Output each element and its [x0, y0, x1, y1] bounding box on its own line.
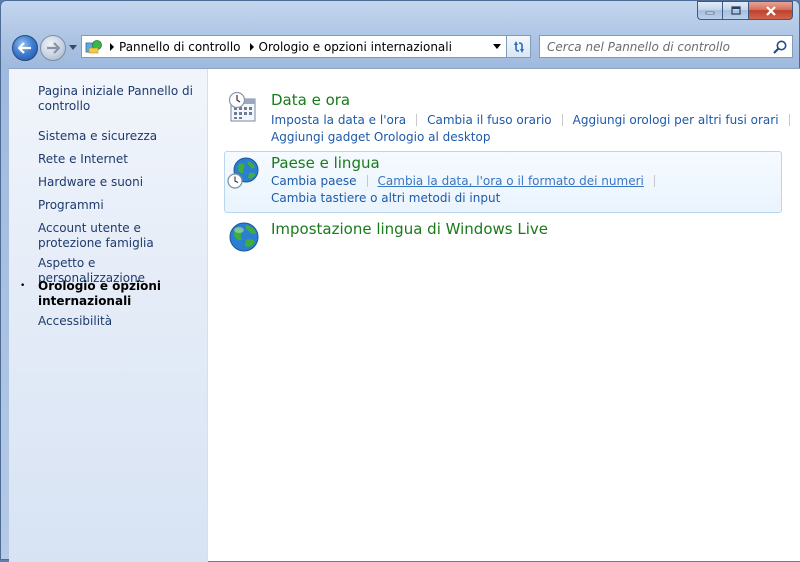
back-button[interactable]	[12, 35, 38, 61]
forward-button[interactable]	[40, 35, 66, 61]
sidebar-item-clock-region: Orologio e opzioni internazionali	[38, 279, 161, 308]
breadcrumb-separator-icon[interactable]	[245, 42, 259, 51]
task-change-formats[interactable]: Cambia la data, l'ora o il formato dei n…	[378, 174, 644, 188]
breadcrumb-control-panel[interactable]: Pannello di controllo	[119, 40, 245, 54]
category-title-region-language[interactable]: Paese e lingua	[271, 154, 380, 172]
task-change-country[interactable]: Cambia paese	[271, 174, 357, 188]
arrow-right-icon	[47, 42, 60, 54]
main-panel: Data e ora Imposta la data e l'ora Cambi…	[209, 69, 800, 562]
task-divider	[653, 175, 655, 187]
task-divider	[788, 114, 790, 126]
sidebar-item-home[interactable]: Pagina iniziale Pannello di controllo	[38, 84, 198, 114]
sidebar: Pagina iniziale Pannello di controllo Si…	[9, 69, 208, 562]
task-add-clocks[interactable]: Aggiungi orologi per altri fusi orari	[573, 113, 779, 127]
search-icon[interactable]	[772, 39, 788, 55]
content-area: Pagina iniziale Pannello di controllo Si…	[9, 68, 800, 562]
sidebar-item-programs[interactable]: Programmi	[38, 198, 198, 213]
address-dropdown-button[interactable]	[488, 36, 506, 57]
chevron-down-icon	[493, 44, 501, 49]
task-row: Cambia tastiere o altri metodi di input	[271, 191, 500, 205]
chevron-down-icon	[69, 45, 77, 50]
task-add-clock-gadget[interactable]: Aggiungi gadget Orologio al desktop	[271, 130, 490, 144]
refresh-button[interactable]	[507, 35, 531, 58]
search-box	[539, 35, 793, 58]
address-bar[interactable]: Pannello di controllo Orologio e opzioni…	[81, 35, 507, 58]
breadcrumb-clock-region[interactable]: Orologio e opzioni internazionali	[259, 40, 456, 54]
control-panel-window: Pannello di controllo Orologio e opzioni…	[0, 0, 800, 562]
minimize-button[interactable]	[697, 1, 723, 20]
control-panel-icon	[83, 37, 105, 57]
category-windows-live-language: Impostazione lingua di Windows Live	[224, 215, 782, 255]
category-title-windows-live-language[interactable]: Impostazione lingua di Windows Live	[271, 220, 548, 238]
task-row: Imposta la data e l'ora Cambia il fuso o…	[271, 113, 800, 127]
task-divider	[366, 175, 368, 187]
task-row: Cambia paese Cambia la data, l'ora o il …	[271, 174, 665, 188]
sidebar-item-system-security[interactable]: Sistema e sicurezza	[38, 129, 198, 144]
search-input[interactable]	[540, 36, 766, 57]
task-change-keyboards[interactable]: Cambia tastiere o altri metodi di input	[271, 191, 500, 205]
close-button[interactable]	[749, 1, 793, 20]
sidebar-item-network-internet[interactable]: Rete e Internet	[38, 152, 198, 167]
breadcrumb-separator-icon[interactable]	[105, 42, 119, 51]
arrow-left-icon	[18, 42, 31, 54]
category-title-date-time[interactable]: Data e ora	[271, 91, 350, 109]
active-item-bullet: •	[20, 281, 26, 291]
category-date-time: Data e ora Imposta la data e l'ora Cambi…	[224, 86, 790, 148]
task-divider	[416, 114, 418, 126]
navigation-bar: Pannello di controllo Orologio e opzioni…	[9, 30, 793, 64]
close-icon	[765, 5, 776, 16]
refresh-icon	[513, 40, 524, 53]
caption-buttons	[697, 1, 793, 21]
sidebar-item-hardware-sound[interactable]: Hardware e suoni	[38, 175, 198, 190]
globe-clock-icon	[227, 157, 259, 189]
task-row: Aggiungi gadget Orologio al desktop	[271, 130, 490, 144]
maximize-button[interactable]	[723, 1, 749, 20]
recent-pages-button[interactable]	[67, 42, 79, 54]
calendar-clock-icon	[228, 91, 256, 122]
category-region-language[interactable]: Paese e lingua Cambia paese Cambia la da…	[224, 151, 782, 213]
task-divider	[561, 114, 563, 126]
minimize-icon	[705, 11, 715, 14]
maximize-icon	[730, 6, 741, 15]
globe-icon	[229, 222, 259, 252]
task-change-timezone[interactable]: Cambia il fuso orario	[427, 113, 552, 127]
sidebar-item-accessibility[interactable]: Accessibilità	[38, 314, 198, 329]
sidebar-item-user-accounts[interactable]: Account utente e protezione famiglia	[38, 221, 198, 251]
task-set-date-time[interactable]: Imposta la data e l'ora	[271, 113, 406, 127]
